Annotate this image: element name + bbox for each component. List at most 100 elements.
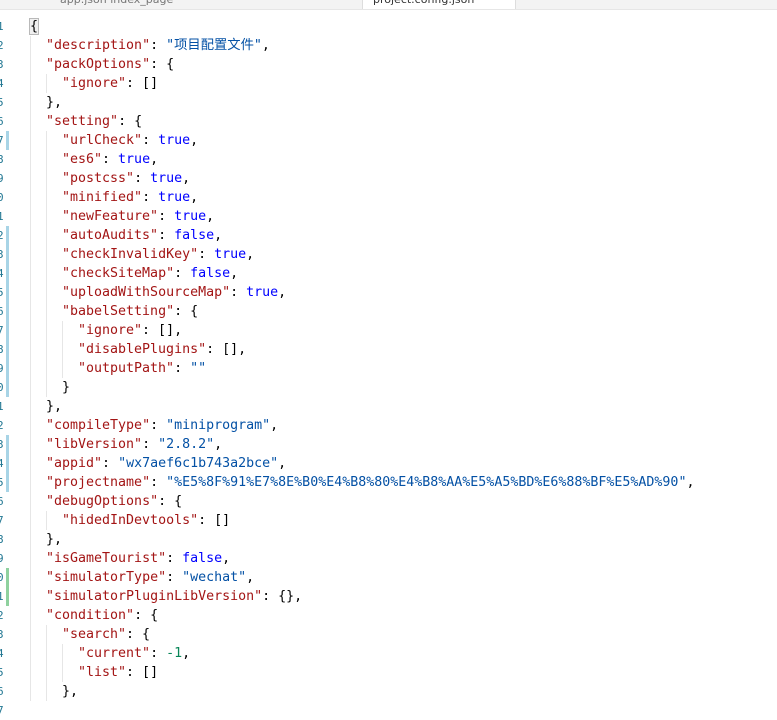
- line-number: 6: [0, 115, 4, 128]
- code-line: "ignore": [],: [78, 321, 182, 340]
- code-token: "list": [78, 665, 127, 680]
- line-number: 6: [0, 685, 4, 698]
- code-line: "checkSiteMap": false,: [62, 264, 238, 283]
- code-token: true: [158, 133, 191, 148]
- code-line: "search": {: [62, 625, 150, 644]
- code-token: :: [174, 361, 191, 376]
- code-token: ,: [214, 437, 223, 452]
- code-token: "disablePlugins": [78, 342, 207, 357]
- line-number-gutter: 1234567890123456789012345678901234567: [0, 9, 12, 717]
- line-number: 3: [0, 628, 4, 641]
- code-token: "packOptions": [46, 57, 151, 72]
- line-number: 5: [0, 96, 4, 109]
- line-number: 1: [0, 210, 4, 223]
- code-token: "setting": [46, 114, 119, 129]
- code-token: "simulatorPluginLibVersion": [46, 589, 263, 604]
- code-token: "current": [78, 646, 151, 661]
- code-token: :: [102, 152, 119, 167]
- code-line: "postcss": true,: [62, 169, 190, 188]
- code-token: :: [198, 247, 215, 262]
- code-line: "list": []: [78, 663, 158, 682]
- code-token: : [],: [206, 342, 247, 357]
- code-token: :: [150, 38, 167, 53]
- code-token: "uploadWithSourceMap": [62, 285, 231, 300]
- code-token: "urlCheck": [62, 133, 143, 148]
- code-token: true: [118, 152, 151, 167]
- code-token: "miniprogram": [166, 418, 271, 433]
- code-token: ,: [150, 152, 159, 167]
- code-token: "%E5%8F%91%E7%8E%B0%E4%B8%80%E4%B8%AA%E5…: [166, 475, 687, 490]
- code-line: "current": -1,: [78, 644, 190, 663]
- code-token: "wx7aef6c1b743a2bce": [118, 456, 279, 471]
- tab-app-json[interactable]: app.json index_page: [60, 0, 173, 9]
- code-line: "hidedInDevtools": []: [62, 511, 230, 530]
- code-line: "simulatorPluginLibVersion": {},: [46, 587, 302, 606]
- code-token: ,: [190, 133, 199, 148]
- indent-guide: [46, 74, 47, 93]
- code-token: ,: [182, 646, 191, 661]
- code-token: : {: [150, 57, 175, 72]
- code-token: true: [246, 285, 279, 300]
- code-line: "newFeature": true,: [62, 207, 214, 226]
- line-number: 4: [0, 647, 4, 660]
- indent-guide: [46, 625, 47, 701]
- code-line: "ignore": []: [62, 74, 158, 93]
- line-number: 6: [0, 495, 4, 508]
- code-token: :: [150, 646, 167, 661]
- code-editor[interactable]: {"description": "项目配置文件", "packOptions": …: [28, 9, 777, 701]
- code-token: true: [214, 247, 247, 262]
- code-token: :: [150, 418, 167, 433]
- code-token: "wechat": [182, 570, 247, 585]
- code-token: "newFeature": [62, 209, 159, 224]
- code-token: "checkSiteMap": [62, 266, 175, 281]
- indent-guide: [46, 511, 47, 530]
- code-line: "description": "项目配置文件",: [46, 36, 270, 55]
- code-line: "simulatorType": "wechat",: [46, 568, 254, 587]
- code-token: :: [174, 266, 191, 281]
- code-token: },: [62, 684, 79, 699]
- code-token: :: [150, 475, 167, 490]
- change-marker: [6, 435, 9, 492]
- line-number: 7: [0, 514, 4, 527]
- code-token: "minified": [62, 190, 143, 205]
- code-line: "appid": "wx7aef6c1b743a2bce",: [46, 454, 286, 473]
- code-token: "condition": [46, 608, 135, 623]
- line-number: 8: [0, 153, 4, 166]
- code-token: ,: [214, 228, 223, 243]
- code-token: },: [46, 532, 63, 547]
- code-token: "simulatorType": [46, 570, 167, 585]
- change-marker: [6, 131, 9, 150]
- code-token: :: [158, 209, 175, 224]
- change-marker: [6, 226, 9, 397]
- code-token: : {: [174, 304, 199, 319]
- code-token: ,: [190, 190, 199, 205]
- code-token: ,: [686, 475, 695, 490]
- code-token: "": [190, 361, 207, 376]
- code-token: ,: [230, 266, 239, 281]
- code-token: "compileType": [46, 418, 151, 433]
- code-line: "projectname": "%E5%8F%91%E7%8E%B0%E4%B8…: [46, 473, 694, 492]
- code-line: "debugOptions": {: [46, 492, 182, 511]
- line-number: 7: [0, 704, 4, 717]
- code-token: false: [174, 228, 215, 243]
- code-line: "outputPath": "": [78, 359, 206, 378]
- line-number: 5: [0, 666, 4, 679]
- indent-guide: [62, 321, 63, 378]
- code-token: "ignore": [62, 76, 127, 91]
- code-token: : [],: [142, 323, 183, 338]
- code-token: :: [230, 285, 247, 300]
- code-token: -1: [166, 646, 183, 661]
- code-token: : []: [198, 513, 231, 528]
- code-token: :: [142, 437, 159, 452]
- code-token: :: [142, 190, 159, 205]
- code-line: },: [46, 530, 62, 549]
- code-token: ,: [206, 209, 215, 224]
- code-token: "description": [46, 38, 151, 53]
- code-line: },: [62, 682, 78, 701]
- code-token: ,: [261, 38, 270, 53]
- code-token: {: [28, 18, 40, 35]
- code-token: "postcss": [62, 171, 135, 186]
- code-token: },: [46, 399, 63, 414]
- tab-project-config-json[interactable]: project.config.json: [362, 0, 516, 9]
- code-line: "uploadWithSourceMap": true,: [62, 283, 286, 302]
